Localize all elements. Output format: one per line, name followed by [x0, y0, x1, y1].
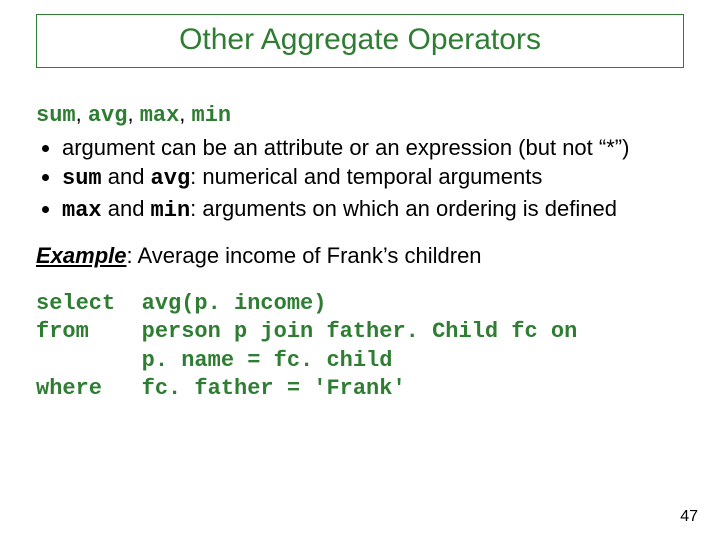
sep: , [127, 101, 139, 126]
b3-and: and [102, 196, 151, 221]
b2-sum: sum [62, 166, 102, 191]
b3-min: min [151, 198, 191, 223]
b2-and: and [102, 164, 151, 189]
op-max: max [140, 103, 180, 128]
b2-rest: : numerical and temporal arguments [190, 164, 542, 189]
bullet-2: sum and avg: numerical and temporal argu… [62, 163, 684, 193]
bullet-list: argument can be an attribute or an expre… [36, 134, 684, 225]
sql-block: select avg(p. income) from person p join… [36, 290, 684, 404]
operators-line: sum, avg, max, min [36, 100, 684, 130]
b3-rest: : arguments on which an ordering is defi… [190, 196, 617, 221]
sql-line-1: select avg(p. income) [36, 291, 326, 316]
op-sum: sum [36, 103, 76, 128]
slide-title: Other Aggregate Operators [179, 23, 541, 56]
op-min: min [192, 103, 232, 128]
sql-line-4: where fc. father = 'Frank' [36, 376, 406, 401]
sql-line-2: from person p join father. Child fc on [36, 319, 577, 344]
page-number: 47 [680, 508, 698, 526]
b2-avg: avg [151, 166, 191, 191]
sep: , [179, 101, 191, 126]
bullet-3: max and min: arguments on which an order… [62, 195, 684, 225]
sql-line-3: p. name = fc. child [36, 348, 392, 373]
sep: , [76, 101, 88, 126]
example-line: Example: Average income of Frank’s child… [36, 242, 684, 270]
example-label: Example [36, 243, 127, 268]
example-text: : Average income of Frank’s children [127, 243, 482, 268]
b3-max: max [62, 198, 102, 223]
slide: Other Aggregate Operators sum, avg, max,… [0, 0, 720, 540]
title-box: Other Aggregate Operators [36, 14, 684, 68]
bullet-1: argument can be an attribute or an expre… [62, 134, 684, 162]
op-avg: avg [88, 103, 128, 128]
slide-body: sum, avg, max, min argument can be an at… [36, 100, 684, 404]
